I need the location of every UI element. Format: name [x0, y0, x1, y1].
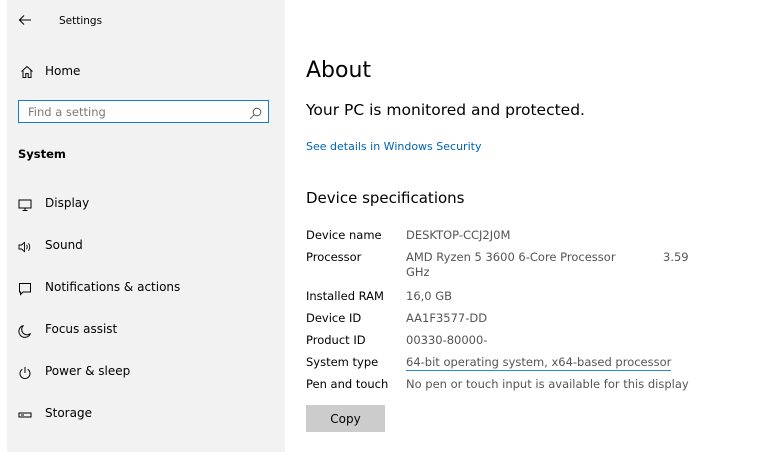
spec-value: No pen or touch input is available for t… [406, 377, 689, 391]
home-icon [20, 64, 34, 78]
protection-status: Your PC is monitored and protected. [306, 101, 585, 119]
settings-window: Settings Home System Display [0, 0, 768, 462]
speaker-icon [18, 239, 32, 253]
notification-icon [18, 281, 32, 296]
spec-value: 00330-80000- [406, 333, 488, 347]
spec-label: Processor [306, 250, 362, 264]
main-content: About Your PC is monitored and protected… [306, 0, 766, 462]
page-title: About [306, 58, 372, 83]
sidebar-item-focus-assist[interactable]: Focus assist [7, 318, 285, 344]
sidebar-item-label: Power & sleep [45, 364, 131, 378]
sidebar-item-label: Home [45, 64, 81, 78]
sidebar-item-sound[interactable]: Sound [7, 234, 285, 260]
spec-value: DESKTOP-CCJ2J0M [406, 228, 511, 242]
spec-value-line2: GHz [406, 265, 430, 279]
sidebar-item-label: Focus assist [45, 322, 118, 336]
sidebar-item-power-sleep[interactable]: Power & sleep [7, 360, 285, 386]
copy-button[interactable]: Copy [306, 405, 385, 432]
power-icon [18, 365, 32, 379]
sidebar-item-label: Notifications & actions [45, 280, 181, 294]
sidebar-item-label: Display [45, 196, 90, 210]
spec-value-extra: 3.59 [663, 250, 689, 264]
window-title: Settings [59, 15, 103, 27]
spec-label: Pen and touch [306, 377, 389, 391]
section-header-system: System [18, 147, 66, 161]
monitor-icon [18, 197, 32, 211]
sidebar-item-storage[interactable]: Storage [7, 402, 285, 428]
sidebar-item-label: Storage [45, 406, 92, 420]
arrow-left-icon [18, 15, 31, 25]
moon-icon [18, 323, 32, 338]
spec-value: AMD Ryzen 5 3600 6-Core Processor [406, 250, 616, 264]
spec-value: 16,0 GB [406, 289, 453, 303]
spec-value[interactable]: 64-bit operating system, x64-based proce… [406, 355, 672, 371]
search-box [18, 100, 269, 123]
device-specifications-heading: Device specifications [306, 189, 465, 207]
title-bar: Settings [7, 0, 285, 42]
spec-value: AA1F3577-DD [406, 311, 488, 325]
back-button[interactable] [18, 12, 32, 26]
search-input[interactable] [28, 104, 238, 119]
sidebar-item-home[interactable]: Home [7, 60, 285, 84]
spec-label: Product ID [306, 333, 366, 347]
spec-label: Installed RAM [306, 289, 384, 303]
spec-label: Device ID [306, 311, 362, 325]
sidebar-item-display[interactable]: Display [7, 192, 285, 218]
spec-label: System type [306, 355, 379, 369]
spec-label: Device name [306, 228, 382, 242]
storage-icon [18, 407, 32, 421]
sidebar-item-label: Sound [45, 238, 83, 252]
sidebar-item-notifications[interactable]: Notifications & actions [7, 276, 285, 302]
search-icon[interactable] [249, 105, 262, 120]
windows-security-link[interactable]: See details in Windows Security [306, 140, 481, 154]
